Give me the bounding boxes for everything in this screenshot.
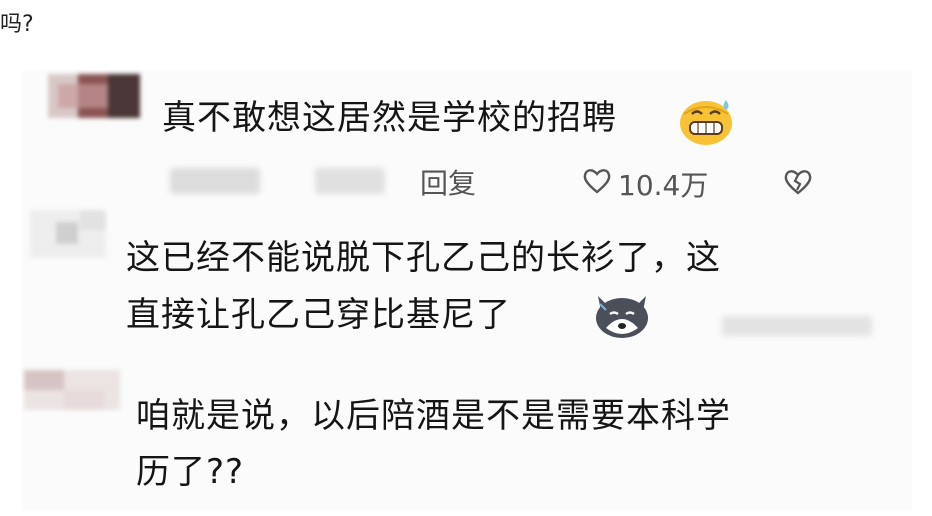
broken-heart-icon[interactable] <box>782 168 814 200</box>
like-button[interactable]: 10.4万 <box>582 164 708 204</box>
comment-text-line1: 这已经不能说脱下孔乙己的长衫了，这 <box>126 238 721 278</box>
comment-text-line2: 直接让孔乙己穿比基尼了 <box>126 295 511 335</box>
comment-text-line2: 历了?? <box>136 452 245 492</box>
comment-text-line1: 咱就是说，以后陪酒是不是需要本科学 <box>136 396 731 436</box>
avatar[interactable] <box>30 210 106 258</box>
comment-text: 真不敢想这居然是学校的招聘 <box>162 98 617 138</box>
heart-outline-icon <box>582 167 612 202</box>
redacted-name <box>170 168 260 194</box>
grinning-sweat-emoji-icon <box>678 96 734 150</box>
like-count: 10.4万 <box>618 169 709 202</box>
top-partial-text: 吗? <box>0 12 34 37</box>
avatar[interactable] <box>48 74 140 118</box>
avatar[interactable] <box>24 370 120 410</box>
redacted-time <box>722 316 872 336</box>
reply-button[interactable]: 回复 <box>420 162 476 202</box>
redacted-time <box>315 168 385 194</box>
husky-dog-emoji-icon <box>592 288 652 344</box>
